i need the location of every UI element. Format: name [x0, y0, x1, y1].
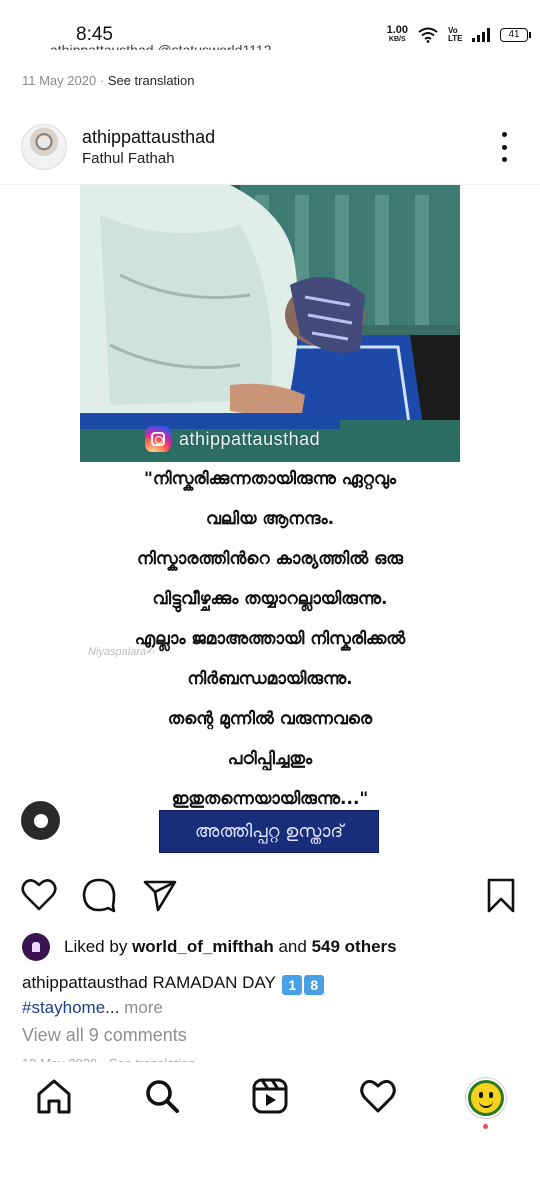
- quote-text: "നിസ്കരിക്കുന്നതായിരുന്നു ഏറ്റവും വലിയ ആ…: [80, 462, 460, 822]
- post-header: athippattausthad Fathul Fathah: [0, 118, 540, 180]
- home-icon[interactable]: [34, 1076, 74, 1116]
- quote-line: നിസ്കാരത്തിൻറെ കാര്യത്തിൽ ഒരു: [137, 549, 403, 569]
- likes-and: and: [278, 937, 307, 956]
- activity-heart-icon[interactable]: [358, 1076, 398, 1116]
- post-actions: [0, 872, 540, 916]
- caption-ellipsis: ...: [105, 998, 120, 1017]
- status-bar: 8:45 1.00 KB/S Vo LTE 41: [0, 0, 540, 45]
- volte-indicator: Vo LTE: [448, 26, 463, 43]
- caption-more-link[interactable]: more: [124, 998, 163, 1017]
- post-image[interactable]: [80, 185, 460, 462]
- quote-line: തന്റെ മുന്നിൽ വരുന്നവരെ: [167, 709, 373, 729]
- artist-signature: Niyaspalara✍: [88, 646, 156, 658]
- signal-icon: [472, 28, 490, 42]
- name-banner: അത്തിപ്പറ്റ ഉസ്താദ്: [159, 810, 379, 853]
- liker-username[interactable]: world_of_mifthah: [132, 937, 274, 957]
- see-translation-link[interactable]: See translation: [108, 73, 195, 88]
- prayer-illustration: [80, 185, 460, 462]
- quote-line: വിട്ടുവീഴ്ചക്കും തയ്യാറല്ലായിരുന്നു.: [152, 589, 388, 609]
- view-all-comments-link[interactable]: View all 9 comments: [22, 1025, 187, 1046]
- wifi-icon: [418, 27, 438, 43]
- more-dot-icon: [501, 132, 507, 137]
- liker-avatar[interactable]: [22, 933, 50, 961]
- more-dot-icon: [501, 157, 507, 162]
- post-author-username[interactable]: athippattausthad: [82, 127, 215, 148]
- image-watermark: athippattausthad: [145, 426, 320, 452]
- name-banner-text: അത്തിപ്പറ്റ ഉസ്താദ്: [194, 821, 344, 842]
- caption-text: RAMADAN DAY: [152, 973, 276, 992]
- comment-icon[interactable]: [80, 876, 118, 914]
- more-options-button[interactable]: [498, 132, 510, 162]
- bookmark-icon[interactable]: [482, 876, 520, 914]
- likes-row[interactable]: Liked by world_of_mifthah and 549 others: [22, 932, 397, 962]
- notification-dot: [483, 1124, 488, 1129]
- post-author-avatar[interactable]: [21, 124, 67, 170]
- person-icon: [33, 813, 48, 828]
- battery-indicator: 41: [500, 28, 531, 42]
- quote-line: നിർബന്ധമായിരുന്നു.: [187, 669, 353, 689]
- likes-prefix: Liked by: [64, 937, 128, 956]
- post-caption: athippattausthad RAMADAN DAY 18 #stayhom…: [22, 970, 522, 1020]
- post-location[interactable]: Fathul Fathah: [82, 150, 175, 167]
- heart-icon[interactable]: [20, 876, 58, 914]
- likes-count[interactable]: 549 others: [312, 937, 397, 957]
- separator-dot: ·: [99, 73, 108, 88]
- more-dot-icon: [501, 144, 507, 150]
- keycap-one-emoji: 1: [282, 975, 303, 995]
- watermark-handle: athippattausthad: [179, 428, 321, 449]
- profile-avatar[interactable]: [466, 1078, 506, 1118]
- share-icon[interactable]: [141, 876, 179, 914]
- quote-line: പഠിപ്പിച്ചതും: [227, 749, 313, 769]
- caption-username[interactable]: athippattausthad: [22, 973, 148, 992]
- network-speed-value: 1.00: [386, 24, 408, 36]
- quote-line: "നിസ്കരിക്കുന്നതായിരുന്നു ഏറ്റവും: [143, 469, 397, 489]
- tagged-users-button[interactable]: [21, 801, 60, 840]
- instagram-logo-icon: [145, 426, 171, 452]
- previous-post-caption-cut: athippattausthad @statusworld1112 ...: [50, 42, 288, 50]
- caption-hashtag[interactable]: #stayhome: [22, 998, 105, 1017]
- previous-post-date-row: 11 May 2020 · See translation: [22, 73, 195, 88]
- search-icon[interactable]: [142, 1076, 182, 1116]
- keycap-eight-emoji: 8: [304, 975, 325, 995]
- bottom-navigation: [0, 1062, 540, 1134]
- reels-icon[interactable]: [250, 1076, 290, 1116]
- quote-line: വലിയ ആനന്ദം.: [205, 509, 335, 529]
- previous-post-date: 11 May 2020: [22, 73, 97, 88]
